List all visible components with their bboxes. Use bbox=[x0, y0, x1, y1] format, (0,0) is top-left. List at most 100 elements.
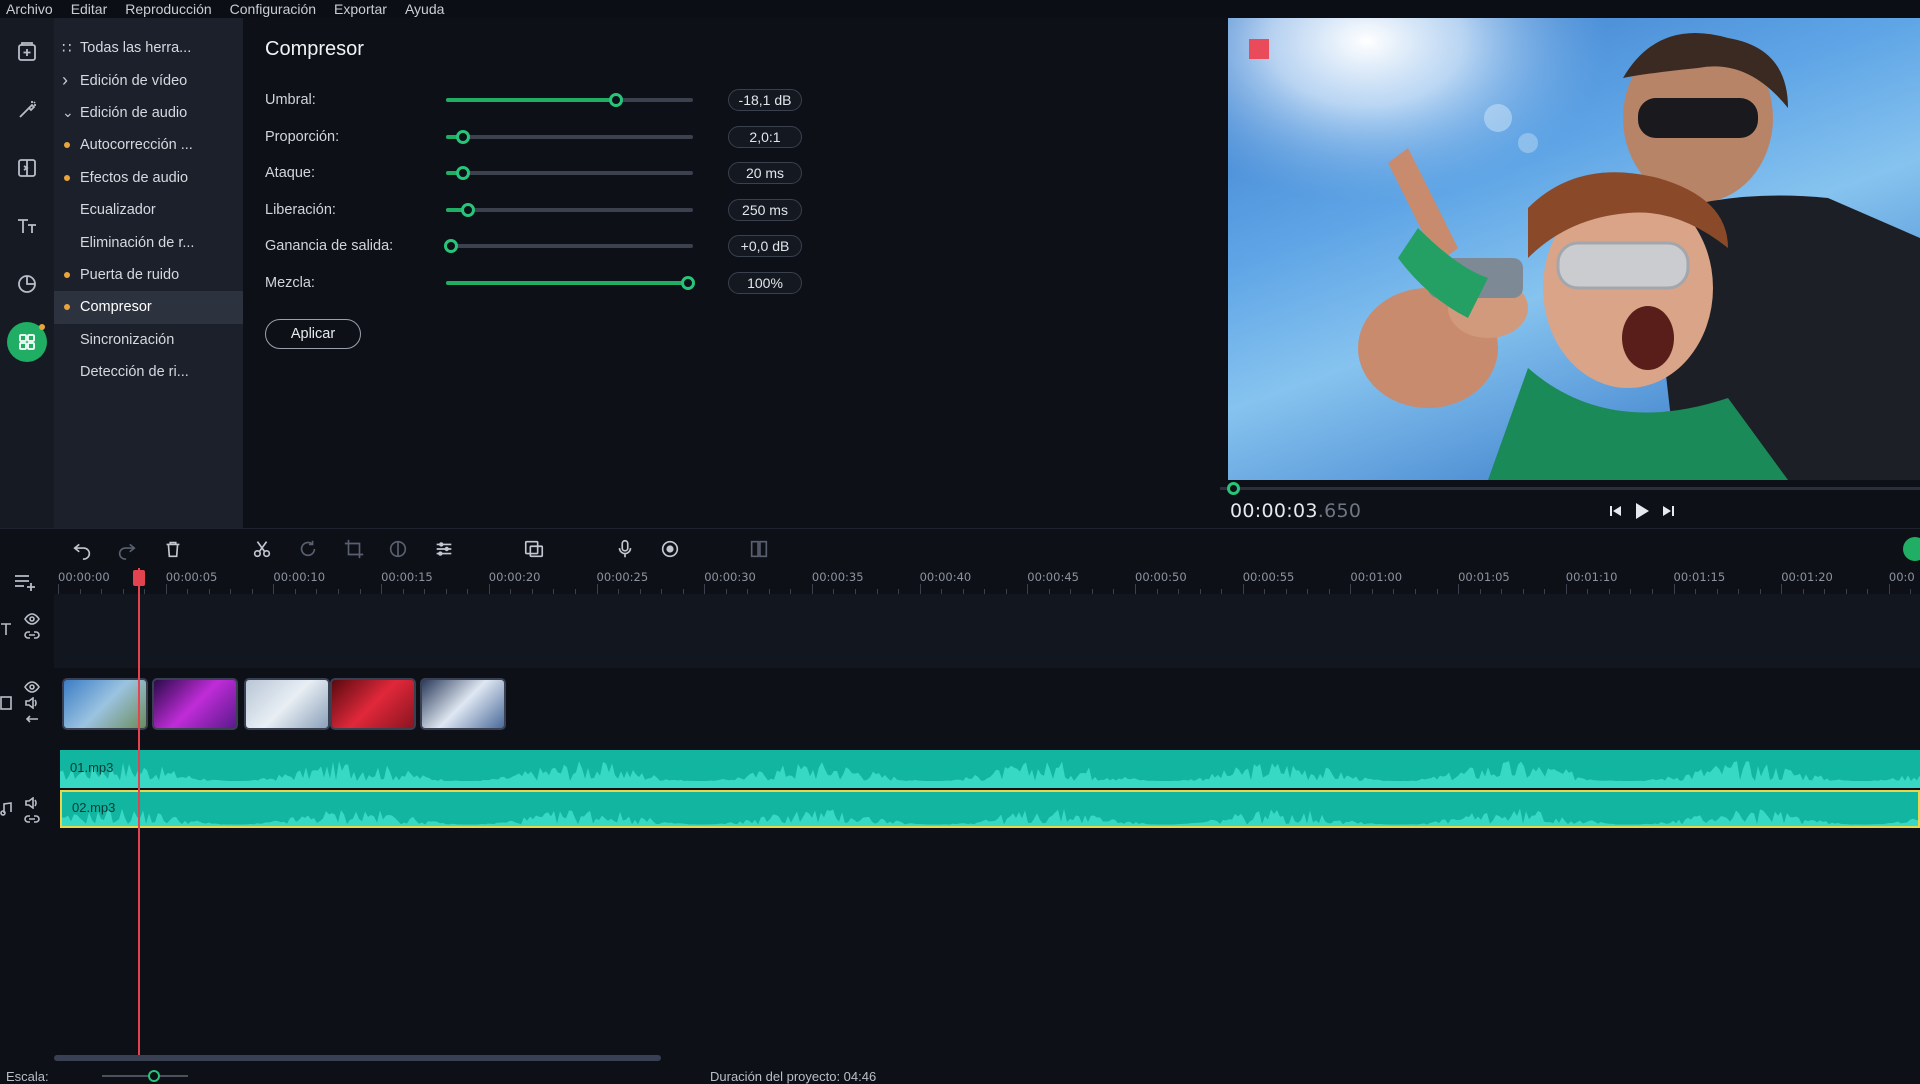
video-clip-1[interactable] bbox=[62, 678, 148, 730]
transitions-icon[interactable] bbox=[7, 148, 47, 188]
playhead[interactable] bbox=[138, 568, 140, 1056]
eye-icon[interactable] bbox=[24, 612, 42, 626]
param-value-field[interactable]: 20 ms bbox=[728, 162, 802, 185]
waveform bbox=[60, 761, 1920, 788]
tool-item[interactable]: Detección de ri... bbox=[54, 356, 243, 388]
overlay-icon[interactable] bbox=[520, 535, 548, 563]
param-slider[interactable] bbox=[446, 276, 696, 290]
audio-clip-02[interactable]: 02.mp3 bbox=[60, 790, 1920, 828]
delete-icon[interactable] bbox=[159, 535, 187, 563]
previous-frame-icon[interactable] bbox=[1603, 498, 1629, 524]
cut-icon[interactable] bbox=[248, 535, 276, 563]
video-clip-5[interactable] bbox=[420, 678, 506, 730]
menu-2[interactable]: Reproducción bbox=[116, 1, 220, 17]
ruler-tick bbox=[704, 584, 706, 594]
menu-0[interactable]: Archivo bbox=[0, 1, 62, 17]
tool-item[interactable]: Compresor bbox=[54, 291, 243, 324]
menu-4[interactable]: Exportar bbox=[325, 1, 396, 17]
ruler-tick-label: 00:00:55 bbox=[1242, 570, 1295, 584]
param-label: Umbral: bbox=[265, 92, 316, 108]
link-icon[interactable] bbox=[24, 812, 42, 826]
param-value-field[interactable]: 2,0:1 bbox=[728, 125, 802, 148]
eye-icon[interactable] bbox=[24, 680, 42, 694]
menu-3[interactable]: Configuración bbox=[221, 1, 325, 17]
crop-icon[interactable] bbox=[340, 535, 368, 563]
scale-label: Escala: bbox=[6, 1069, 49, 1084]
color-icon[interactable] bbox=[384, 535, 412, 563]
timeline-ruler[interactable]: 00:00:00 00:00:05 00:00:10 00:00:15 00:00:20… bbox=[54, 568, 1920, 594]
active-dot bbox=[64, 304, 70, 311]
param-row: Ganancia de salida: +0,0 dB bbox=[265, 232, 802, 260]
stickers-icon[interactable] bbox=[7, 264, 47, 304]
import-icon[interactable] bbox=[7, 32, 47, 72]
link-icon[interactable] bbox=[24, 628, 42, 642]
param-slider[interactable] bbox=[446, 129, 693, 144]
slider-fill bbox=[446, 98, 617, 102]
magic-wand-icon[interactable] bbox=[7, 90, 47, 130]
waveform-shape bbox=[62, 808, 1918, 826]
link-icon[interactable] bbox=[24, 712, 42, 726]
tool-item[interactable]: Eliminación de r... bbox=[54, 226, 243, 258]
ruler-tick bbox=[1565, 584, 1567, 594]
horizontal-scrollbar[interactable] bbox=[54, 1055, 661, 1061]
menu-1[interactable]: Editar bbox=[62, 1, 117, 17]
scale-knob[interactable] bbox=[148, 1070, 160, 1082]
tool-item[interactable]: Puerta de ruido bbox=[54, 259, 243, 291]
tool-item[interactable]: Efectos de audio bbox=[54, 162, 243, 194]
scrubber-knob[interactable] bbox=[1227, 482, 1240, 495]
apply-button[interactable]: Aplicar bbox=[265, 319, 361, 349]
redo-icon[interactable] bbox=[113, 535, 141, 563]
param-slider[interactable] bbox=[446, 93, 693, 107]
export-indicator[interactable] bbox=[1903, 537, 1920, 561]
param-slider[interactable] bbox=[446, 166, 693, 181]
ruler-tick bbox=[273, 584, 275, 594]
scale-slider[interactable] bbox=[102, 1070, 188, 1082]
slider-thumb[interactable] bbox=[456, 129, 471, 144]
undo-icon[interactable] bbox=[68, 535, 96, 563]
video-clip-3[interactable] bbox=[244, 678, 330, 730]
slider-thumb[interactable] bbox=[461, 202, 476, 217]
tool-item[interactable]: Autocorrección ... bbox=[54, 129, 243, 161]
audio-clip-01[interactable]: 01.mp3 bbox=[60, 750, 1920, 788]
video-clip-4[interactable] bbox=[330, 678, 416, 730]
speaker-icon[interactable] bbox=[24, 796, 42, 810]
chevron-down-icon: ⌄ bbox=[62, 104, 74, 121]
slider-thumb[interactable] bbox=[456, 166, 471, 181]
play-icon[interactable] bbox=[1629, 498, 1655, 524]
title-track[interactable] bbox=[54, 594, 1920, 668]
slider-thumb[interactable] bbox=[443, 239, 458, 254]
param-value-field[interactable]: 250 ms bbox=[728, 198, 802, 221]
playhead-handle[interactable] bbox=[133, 570, 145, 586]
next-frame-icon[interactable] bbox=[1655, 498, 1681, 524]
video-clip-2[interactable] bbox=[152, 678, 238, 730]
menu-5[interactable]: Ayuda bbox=[396, 1, 453, 17]
tool-item-label: Puerta de ruido bbox=[80, 266, 180, 283]
tool-item[interactable]: Ecualizador bbox=[54, 194, 243, 226]
tool-item[interactable]: ∷ Todas las herra... bbox=[54, 32, 243, 64]
split-view-icon[interactable] bbox=[745, 535, 773, 563]
slider-thumb[interactable] bbox=[609, 93, 624, 107]
tool-item[interactable]: ⌄ Edición de audio bbox=[54, 97, 243, 129]
rotate-icon[interactable] bbox=[294, 535, 322, 563]
more-tools-icon[interactable] bbox=[7, 322, 47, 362]
param-slider[interactable] bbox=[443, 239, 693, 254]
adjust-icon[interactable] bbox=[430, 535, 458, 563]
param-value-field[interactable]: 100% bbox=[728, 272, 802, 294]
video-preview[interactable] bbox=[1228, 18, 1920, 480]
tool-item[interactable]: › Edición de vídeo bbox=[54, 64, 243, 96]
text-icon[interactable] bbox=[7, 206, 47, 246]
add-track-icon[interactable] bbox=[12, 568, 38, 594]
record-icon[interactable] bbox=[656, 535, 684, 563]
param-slider[interactable] bbox=[446, 202, 693, 217]
audio-clip-label: 01.mp3 bbox=[70, 760, 114, 775]
microphone-icon[interactable] bbox=[611, 535, 639, 563]
param-value-field[interactable]: +0,0 dB bbox=[728, 235, 802, 258]
param-value-field[interactable]: -18,1 dB bbox=[728, 89, 802, 111]
preview-scrubber[interactable] bbox=[1220, 482, 1920, 495]
slider-thumb[interactable] bbox=[681, 276, 696, 290]
speaker-icon[interactable] bbox=[24, 696, 42, 710]
timeline-tracks: 01.mp3 02.mp3 bbox=[54, 594, 1920, 1060]
tool-item[interactable]: Sincronización bbox=[54, 324, 243, 356]
ruler-tick-label: 00:0 bbox=[1888, 570, 1915, 584]
tool-item-label: Autocorrección ... bbox=[80, 137, 193, 154]
